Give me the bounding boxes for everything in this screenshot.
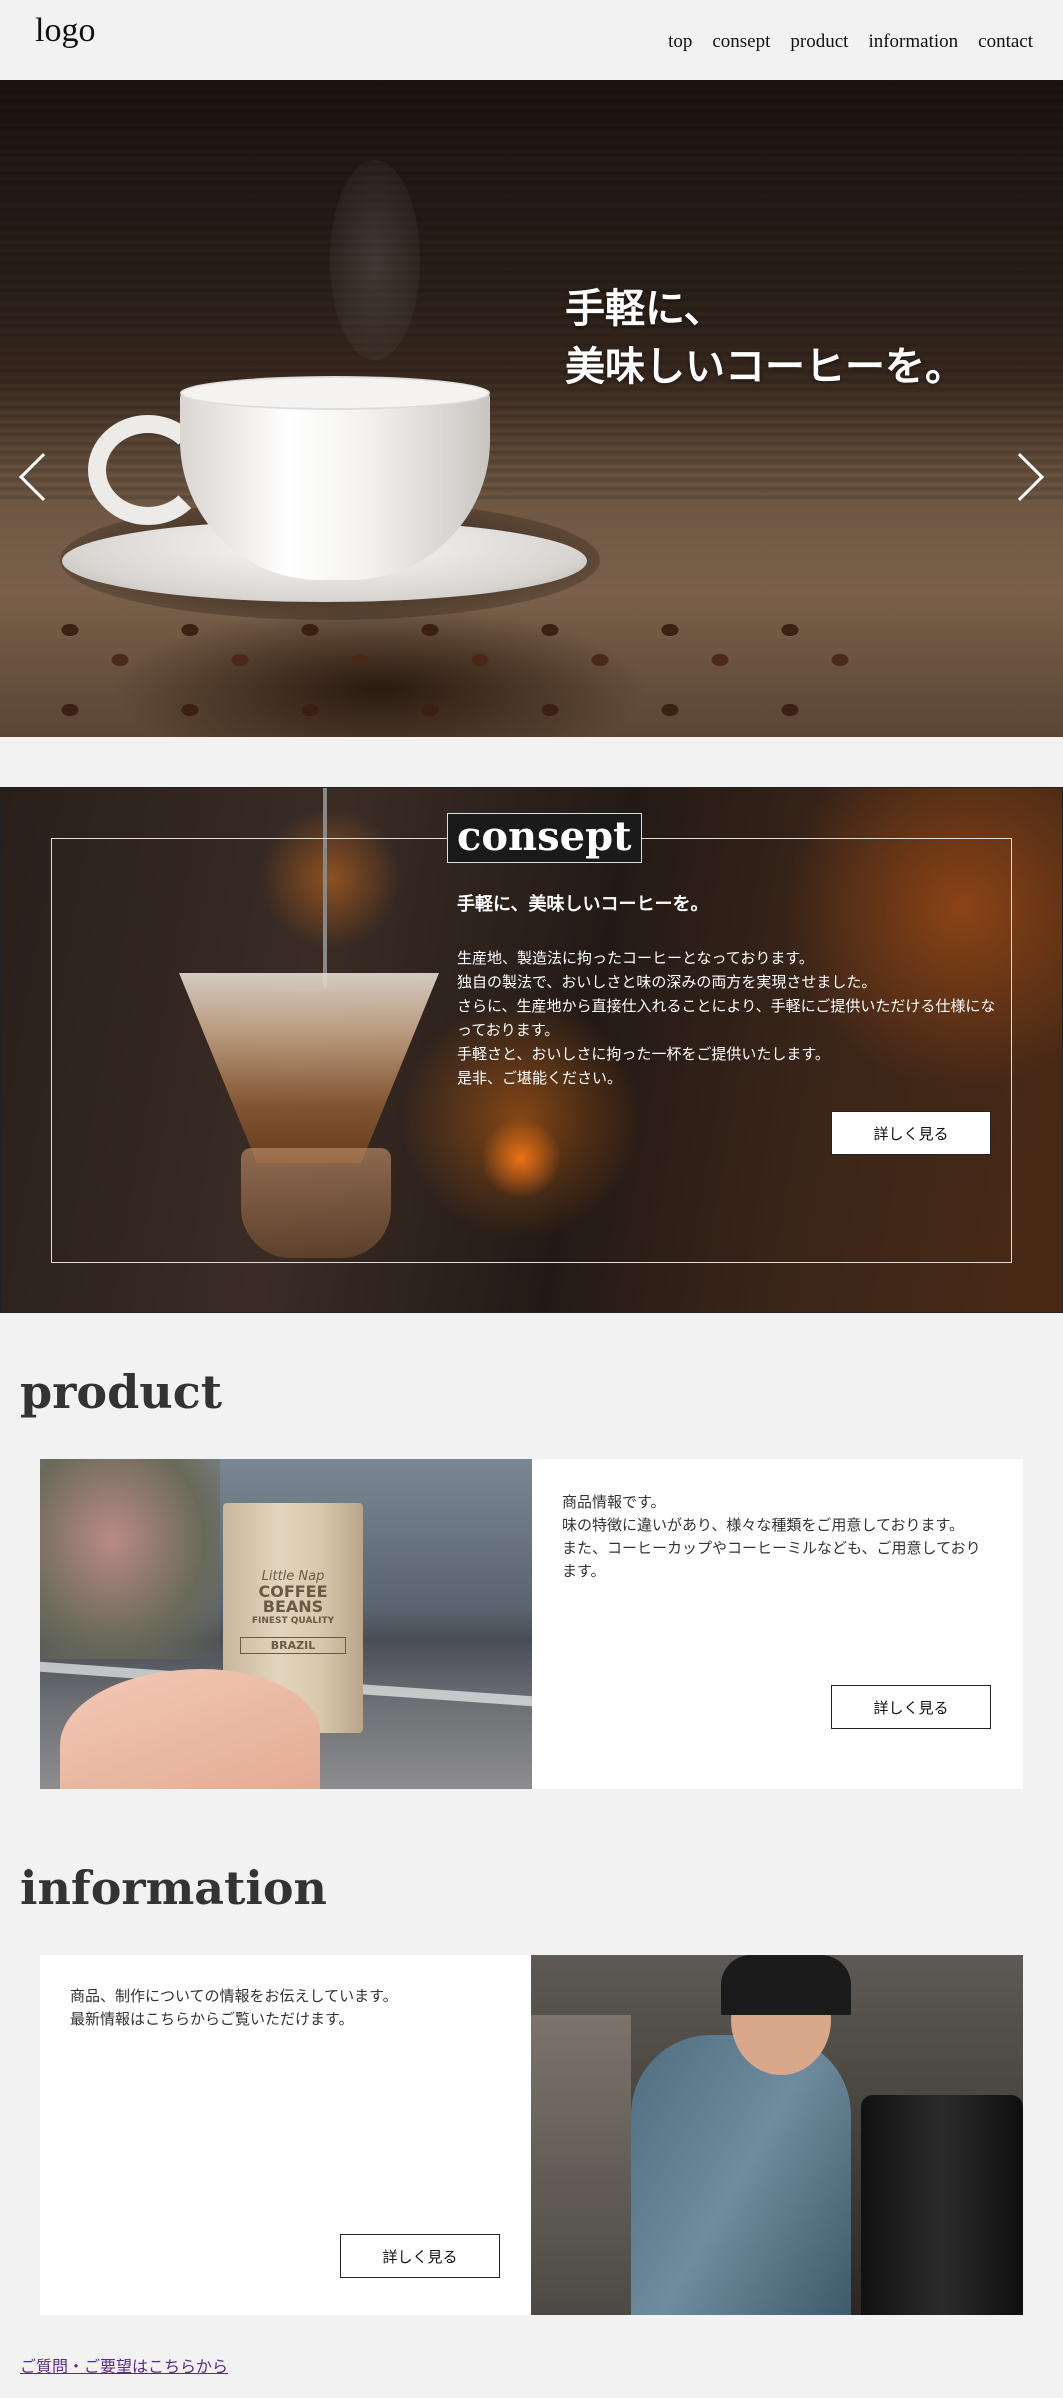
contact-link[interactable]: ご質問・ご要望はこちらから (20, 2353, 228, 2377)
concept-body-line: 生産地、製造法に拘ったコーヒーとなっております。 (457, 949, 814, 967)
barista-image-grinder (861, 2095, 1023, 2315)
information-description: 商品、制作についての情報をお伝えしています。 最新情報はこちらからご覧いただけま… (70, 1985, 490, 2031)
product-more-button[interactable]: 詳しく見る (831, 1685, 991, 1729)
nav-link-top[interactable]: top (668, 31, 692, 53)
concept-body-line: 是非、ご堪能ください。 (457, 1069, 623, 1087)
information-description-line: 最新情報はこちらからご覧いただけます。 (70, 2010, 354, 2028)
concept-title: consept (447, 813, 642, 863)
product-card: Little Nap COFFEE BEANS FINEST QUALITY B… (40, 1459, 1023, 1789)
hero-headline-line2: 美味しいコーヒーを。 (565, 343, 965, 390)
site-logo[interactable]: logo (35, 12, 95, 50)
concept-more-button[interactable]: 詳しく見る (831, 1111, 991, 1155)
coffee-bag-origin: BRAZIL (240, 1637, 346, 1654)
hero-cup-rim (180, 376, 490, 410)
hero-slider: 手軽に、 美味しいコーヒーを。 (0, 80, 1063, 737)
concept-body-line: 独自の製法で、おいしさと味の深みの両方を実現させました。 (457, 973, 877, 991)
product-description-line: また、コーヒーカップやコーヒーミルなども、ご用意しております。 (562, 1539, 981, 1580)
concept-body-line: さらに、生産地から直接仕入れることにより、手軽にご提供いただける仕様になっており… (457, 997, 996, 1039)
product-image: Little Nap COFFEE BEANS FINEST QUALITY B… (40, 1459, 532, 1789)
information-card: 商品、制作についての情報をお伝えしています。 最新情報はこちらからご覧いただけま… (40, 1955, 1023, 2315)
concept-section: consept 手軽に、美味しいコーヒーを。 生産地、製造法に拘ったコーヒーとな… (0, 787, 1063, 1313)
nav-link-product[interactable]: product (790, 31, 848, 53)
concept-body: 生産地、製造法に拘ったコーヒーとなっております。 独自の製法で、おいしさと味の深… (457, 946, 997, 1090)
product-image-hand (60, 1669, 320, 1789)
coffee-bag-line: FINEST QUALITY (251, 1616, 335, 1626)
coffee-bag-line: BEANS (262, 1597, 324, 1616)
product-description-line: 商品情報です。 (562, 1493, 666, 1511)
product-image-tree (40, 1459, 220, 1659)
barista-image (531, 1955, 1023, 2315)
nav-link-contact[interactable]: contact (978, 31, 1033, 53)
barista-image-cap (721, 1955, 851, 2015)
site-header: logo top consept product information con… (0, 0, 1063, 80)
information-description-line: 商品、制作についての情報をお伝えしています。 (70, 1987, 398, 2005)
concept-lead: 手軽に、美味しいコーヒーを。 (457, 894, 709, 915)
hero-headline-line1: 手軽に、 (565, 285, 724, 332)
information-more-button[interactable]: 詳しく見る (340, 2234, 500, 2278)
nav-link-consept[interactable]: consept (712, 31, 770, 53)
information-heading: information (20, 1861, 327, 1915)
nav-link-information[interactable]: information (868, 31, 958, 53)
coffee-bag-label: Little Nap COFFEE BEANS FINEST QUALITY B… (240, 1569, 346, 1654)
barista-image-shelf (531, 2015, 631, 2315)
product-description: 商品情報です。 味の特徴に違いがあり、様々な種類をご用意しております。 また、コ… (562, 1491, 992, 1583)
product-description-line: 味の特徴に違いがあり、様々な種類をご用意しております。 (562, 1516, 965, 1534)
hero-coffee-beans (30, 590, 900, 730)
hero-headline: 手軽に、 美味しいコーヒーを。 (565, 280, 965, 396)
product-heading: product (20, 1365, 222, 1419)
hero-steam (330, 160, 420, 360)
main-nav: top consept product information contact (668, 31, 1033, 53)
barista-image-shirt (631, 2035, 851, 2315)
concept-body-line: 手軽さと、おいしさに拘った一杯をご提供いたします。 (457, 1045, 830, 1063)
